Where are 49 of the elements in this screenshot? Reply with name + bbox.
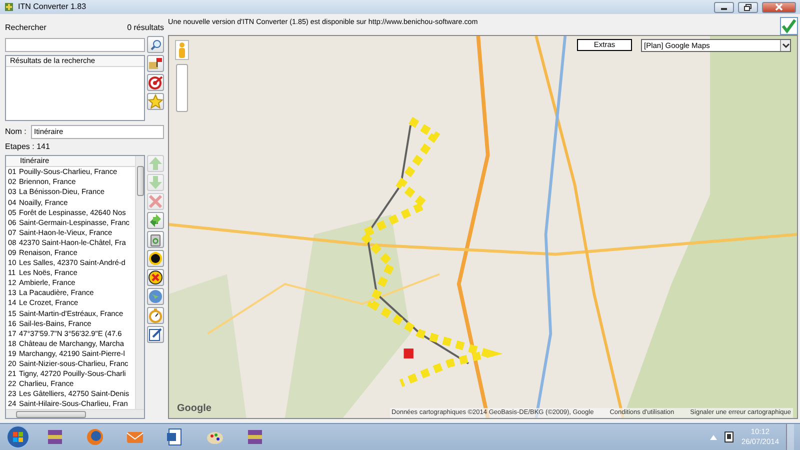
show-desktop-button[interactable] (786, 424, 794, 450)
favorite-button[interactable] (147, 93, 164, 110)
window-title: ITN Converter 1.83 (18, 1, 86, 13)
vertical-scrollbar[interactable] (135, 156, 144, 409)
reverse-button[interactable] (147, 212, 164, 229)
export-button[interactable] (147, 55, 164, 72)
result-count: 0 résultats (127, 22, 164, 34)
search-button[interactable] (147, 36, 164, 53)
cancel-icon (148, 270, 163, 285)
cross-icon (148, 194, 163, 209)
name-label: Nom : (5, 126, 28, 138)
trash-icon (148, 232, 163, 247)
swap-arrows-icon (148, 212, 163, 228)
archive-icon (245, 427, 265, 447)
cancel-button[interactable] (147, 268, 164, 286)
target-button[interactable] (147, 74, 164, 91)
star-icon (148, 94, 163, 109)
map-logo: Google (177, 402, 212, 416)
stopwatch-icon (148, 308, 163, 323)
edit-button[interactable] (147, 326, 164, 343)
caret-icon (780, 40, 790, 51)
close-button[interactable] (762, 2, 796, 12)
arrow-up-icon (148, 156, 163, 171)
app-icon (4, 2, 14, 12)
restore-icon (744, 4, 752, 10)
pegman-icon[interactable] (175, 40, 189, 60)
target-icon (148, 75, 163, 90)
browser-icon (85, 427, 105, 447)
arrow-down-icon (148, 174, 163, 190)
restore-button[interactable] (738, 2, 758, 12)
search-field[interactable] (5, 38, 145, 52)
ring-button[interactable] (147, 250, 164, 267)
folder-flag-icon (148, 56, 163, 71)
search-icon (150, 38, 162, 50)
minimize-button[interactable] (714, 2, 734, 12)
start-button[interactable] (6, 425, 30, 449)
device-icon[interactable] (724, 431, 734, 443)
checkmark-icon[interactable] (780, 17, 798, 35)
close-icon (775, 3, 783, 11)
tray-arrow-icon[interactable] (710, 434, 718, 440)
search-label: Rechercher (5, 22, 46, 34)
globe-icon (148, 288, 163, 304)
steps-count: Etapes : 141 (5, 140, 51, 153)
horizontal-scrollbar[interactable] (6, 409, 144, 418)
zoom-control[interactable] (176, 64, 188, 112)
edit-icon (148, 326, 163, 342)
archive-icon (45, 427, 65, 447)
ring-icon (148, 250, 163, 266)
trash-button[interactable] (147, 230, 164, 248)
